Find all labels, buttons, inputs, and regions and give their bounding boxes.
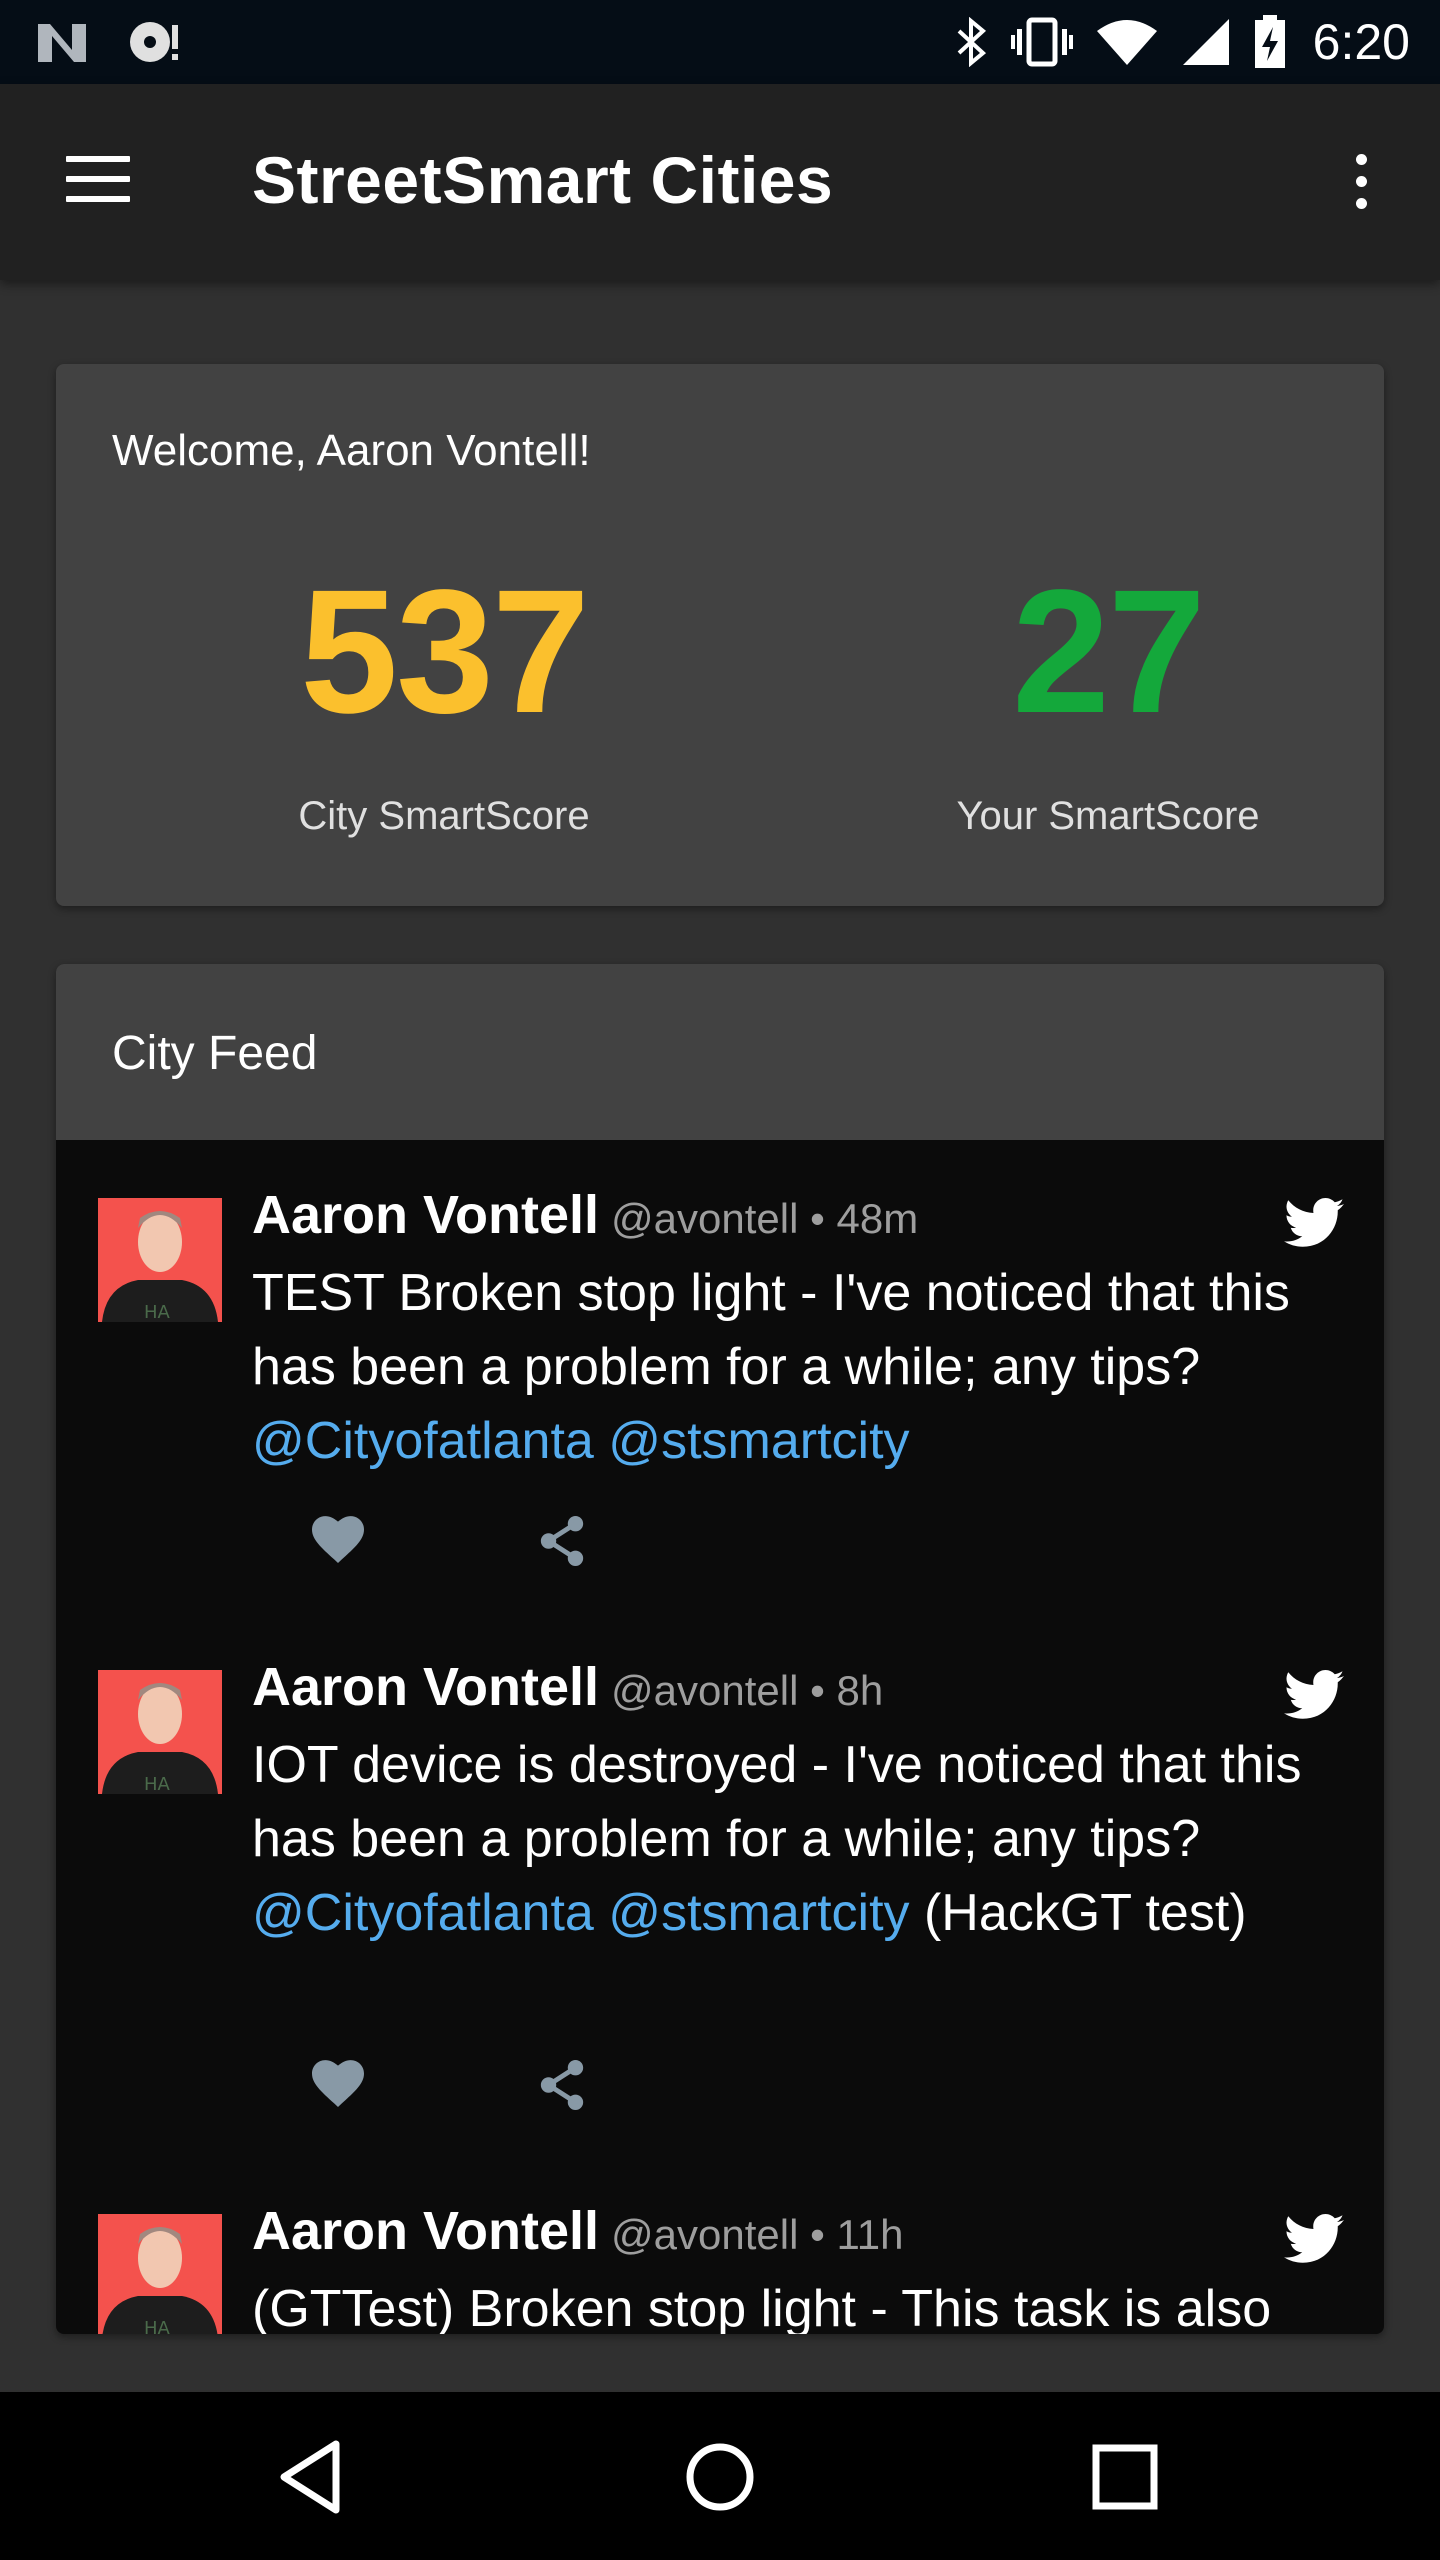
- svg-text:HA: HA: [144, 1774, 171, 1794]
- feed-header: City Feed: [56, 964, 1384, 1140]
- avatar[interactable]: HA: [98, 1670, 222, 1794]
- tweet-text: IOT device is destroyed - I've noticed t…: [252, 1728, 1312, 1950]
- feed-title: City Feed: [112, 1027, 318, 1080]
- tweet-handle[interactable]: @avontell: [611, 1195, 798, 1242]
- avatar[interactable]: HA: [98, 2214, 222, 2334]
- welcome-greeting: Welcome, Aaron Vontell!: [112, 426, 591, 475]
- city-score-block: 537 City SmartScore: [184, 564, 704, 839]
- status-bar: 6:20: [0, 0, 1440, 84]
- tweet-body: Aaron Vontell @avontell • 48m TEST Broken…: [252, 1184, 1312, 1478]
- tweet-actions: [252, 1516, 652, 1576]
- tweet-handle[interactable]: @avontell: [611, 2211, 798, 2258]
- avatar[interactable]: HA: [98, 1198, 222, 1322]
- home-icon[interactable]: [675, 2432, 765, 2522]
- media-notification-icon: [130, 22, 178, 62]
- tweet-body: Aaron Vontell @avontell • 8h IOT device i…: [252, 1656, 1312, 1950]
- mention-link[interactable]: @stsmartcity: [608, 1884, 909, 1942]
- tweet-time: 8h: [836, 1667, 884, 1714]
- tweet-text: TEST Broken stop light - I've noticed th…: [252, 1256, 1312, 1478]
- tweet-handle[interactable]: @avontell: [611, 1667, 798, 1714]
- status-clock: 6:20: [1312, 14, 1410, 70]
- tweet-time: 48m: [836, 1195, 919, 1242]
- tweet-header: Aaron Vontell @avontell • 8h: [252, 1656, 1312, 1718]
- tweet-actions: [252, 2060, 652, 2120]
- app-title: StreetSmart Cities: [252, 143, 834, 217]
- tweet-text-main: IOT device is destroyed - I've noticed t…: [252, 1736, 1302, 1868]
- system-nav-bar: [0, 2392, 1440, 2560]
- tweet-author-name[interactable]: Aaron Vontell: [252, 1657, 599, 1717]
- tweet-text-main: TEST Broken stop light - I've noticed th…: [252, 1264, 1290, 1396]
- mention-link[interactable]: @stsmartcity: [608, 1412, 909, 1470]
- cell-signal-icon: [1182, 19, 1229, 65]
- tweet-separator: •: [798, 1667, 837, 1714]
- tweet-author-name[interactable]: Aaron Vontell: [252, 1185, 599, 1245]
- back-icon[interactable]: [270, 2432, 360, 2522]
- tweet-text: (GTTest) Broken stop light - This task i…: [252, 2272, 1312, 2334]
- twitter-bird-icon[interactable]: [1284, 1670, 1344, 1720]
- tweet-author-name[interactable]: Aaron Vontell: [252, 2201, 599, 2261]
- svg-text:HA: HA: [144, 1302, 171, 1322]
- heart-icon[interactable]: [312, 1516, 364, 1564]
- status-left: [36, 19, 226, 65]
- mention-link[interactable]: @Cityofatlanta: [252, 1412, 594, 1470]
- city-feed-card: City Feed HA Aaron Vontell @avontell • 48…: [56, 964, 1384, 2334]
- your-score-block: 27 Your SmartScore: [848, 564, 1368, 839]
- tweet-text-main: (GTTest) Broken stop light - This task i…: [252, 2280, 1272, 2334]
- tweet-time: 11h: [836, 2211, 904, 2258]
- heart-icon[interactable]: [312, 2060, 364, 2108]
- app-bar: StreetSmart Cities: [0, 84, 1440, 280]
- wifi-icon: [1096, 20, 1157, 65]
- tweet-text-tail: (HackGT test): [909, 1884, 1247, 1942]
- twitter-bird-icon[interactable]: [1284, 2214, 1344, 2264]
- bluetooth-icon: [957, 17, 986, 67]
- tweet-header: Aaron Vontell @avontell • 11h: [252, 2200, 1312, 2262]
- share-icon[interactable]: [538, 2060, 586, 2110]
- city-score-label: City SmartScore: [298, 794, 590, 838]
- tweet-body: Aaron Vontell @avontell • 11h (GTTest) Br…: [252, 2200, 1312, 2334]
- recents-icon[interactable]: [1080, 2432, 1170, 2522]
- status-right: 6:20: [933, 13, 1410, 71]
- vibrate-icon: [1010, 17, 1073, 67]
- share-icon[interactable]: [538, 1516, 586, 1566]
- tweet-separator: •: [798, 2211, 837, 2258]
- more-vertical-icon[interactable]: [1346, 154, 1376, 214]
- twitter-bird-icon[interactable]: [1284, 1198, 1344, 1248]
- svg-text:HA: HA: [144, 2318, 171, 2334]
- your-score-label: Your SmartScore: [956, 794, 1260, 838]
- tweet-separator: •: [798, 1195, 837, 1242]
- mention-link[interactable]: @Cityofatlanta: [252, 1884, 594, 1942]
- your-score-value: 27: [1012, 554, 1206, 750]
- welcome-card: Welcome, Aaron Vontell! 537 City SmartSc…: [56, 364, 1384, 906]
- battery-charging-icon: [1254, 15, 1285, 68]
- hamburger-menu-icon[interactable]: [66, 156, 130, 208]
- tweet-header: Aaron Vontell @avontell • 48m: [252, 1184, 1312, 1246]
- city-score-value: 537: [300, 554, 590, 750]
- n-logo-icon: [38, 24, 86, 62]
